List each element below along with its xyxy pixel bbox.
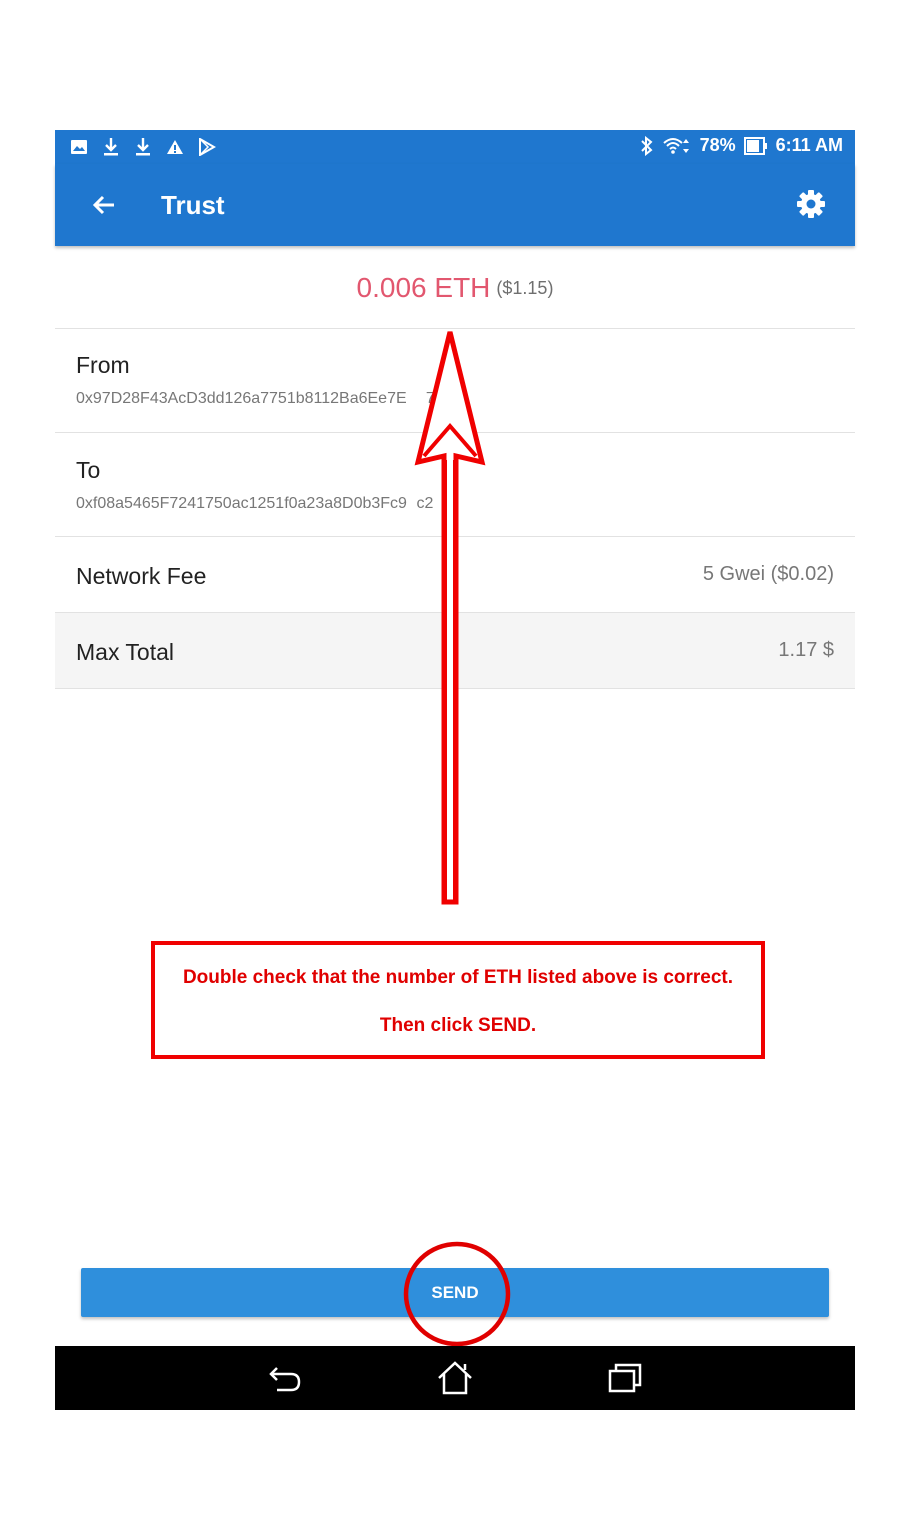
annotation-line-1: Double check that the number of ETH list… xyxy=(182,967,734,988)
wifi-icon xyxy=(662,136,692,156)
recents-nav-icon xyxy=(608,1363,642,1393)
to-address: 0xf08a5465F7241750ac1251f0a23a8D0b3Fc9 c… xyxy=(76,495,434,512)
status-bar: 78% 6:11 AM xyxy=(55,130,855,164)
eth-amount: 0.006 ETH xyxy=(356,272,491,303)
amount-row: 0.006 ETH ($1.15) xyxy=(55,248,855,329)
max-total-label: Max Total xyxy=(76,639,175,665)
fiat-amount: ($1.15) xyxy=(496,277,554,298)
back-button[interactable] xyxy=(89,190,119,220)
back-nav-icon xyxy=(269,1367,301,1392)
max-total-value: 1.17 $ xyxy=(778,639,834,661)
bluetooth-icon xyxy=(640,135,654,156)
play-store-icon xyxy=(197,136,217,158)
annotation-line-2: Then click SEND. xyxy=(379,1015,537,1036)
home-nav-button[interactable] xyxy=(435,1360,475,1396)
download-icon xyxy=(101,136,121,158)
annotation-arrow xyxy=(414,331,486,905)
home-nav-icon xyxy=(438,1361,472,1395)
from-label: From xyxy=(76,352,130,378)
network-fee-value: 5 Gwei ($0.02) xyxy=(702,563,834,585)
to-label: To xyxy=(76,457,101,483)
warning-icon xyxy=(165,136,185,158)
from-address: 0x97D28F43AcD3dd126a7751b8112Ba6Ee7E 7E xyxy=(76,390,446,407)
notification-icons xyxy=(69,136,217,158)
navigation-bar xyxy=(55,1346,855,1410)
gear-icon xyxy=(797,190,825,218)
settings-button[interactable] xyxy=(795,188,827,220)
network-fee-label: Network Fee xyxy=(76,563,207,589)
app-title: Trust xyxy=(161,190,225,220)
annotation-box: Double check that the number of ETH list… xyxy=(151,941,765,1059)
app-bar: Trust xyxy=(55,164,855,246)
clock: 6:11 AM xyxy=(775,135,843,155)
image-icon xyxy=(69,136,89,158)
recents-nav-button[interactable] xyxy=(605,1360,645,1396)
download-icon xyxy=(133,136,153,158)
battery-icon xyxy=(743,136,768,155)
back-nav-button[interactable] xyxy=(265,1360,305,1396)
status-right: 78% 6:11 AM xyxy=(640,135,843,156)
arrow-left-icon xyxy=(92,195,114,215)
battery-percent: 78% xyxy=(699,135,736,155)
annotation-circle xyxy=(403,1241,511,1347)
